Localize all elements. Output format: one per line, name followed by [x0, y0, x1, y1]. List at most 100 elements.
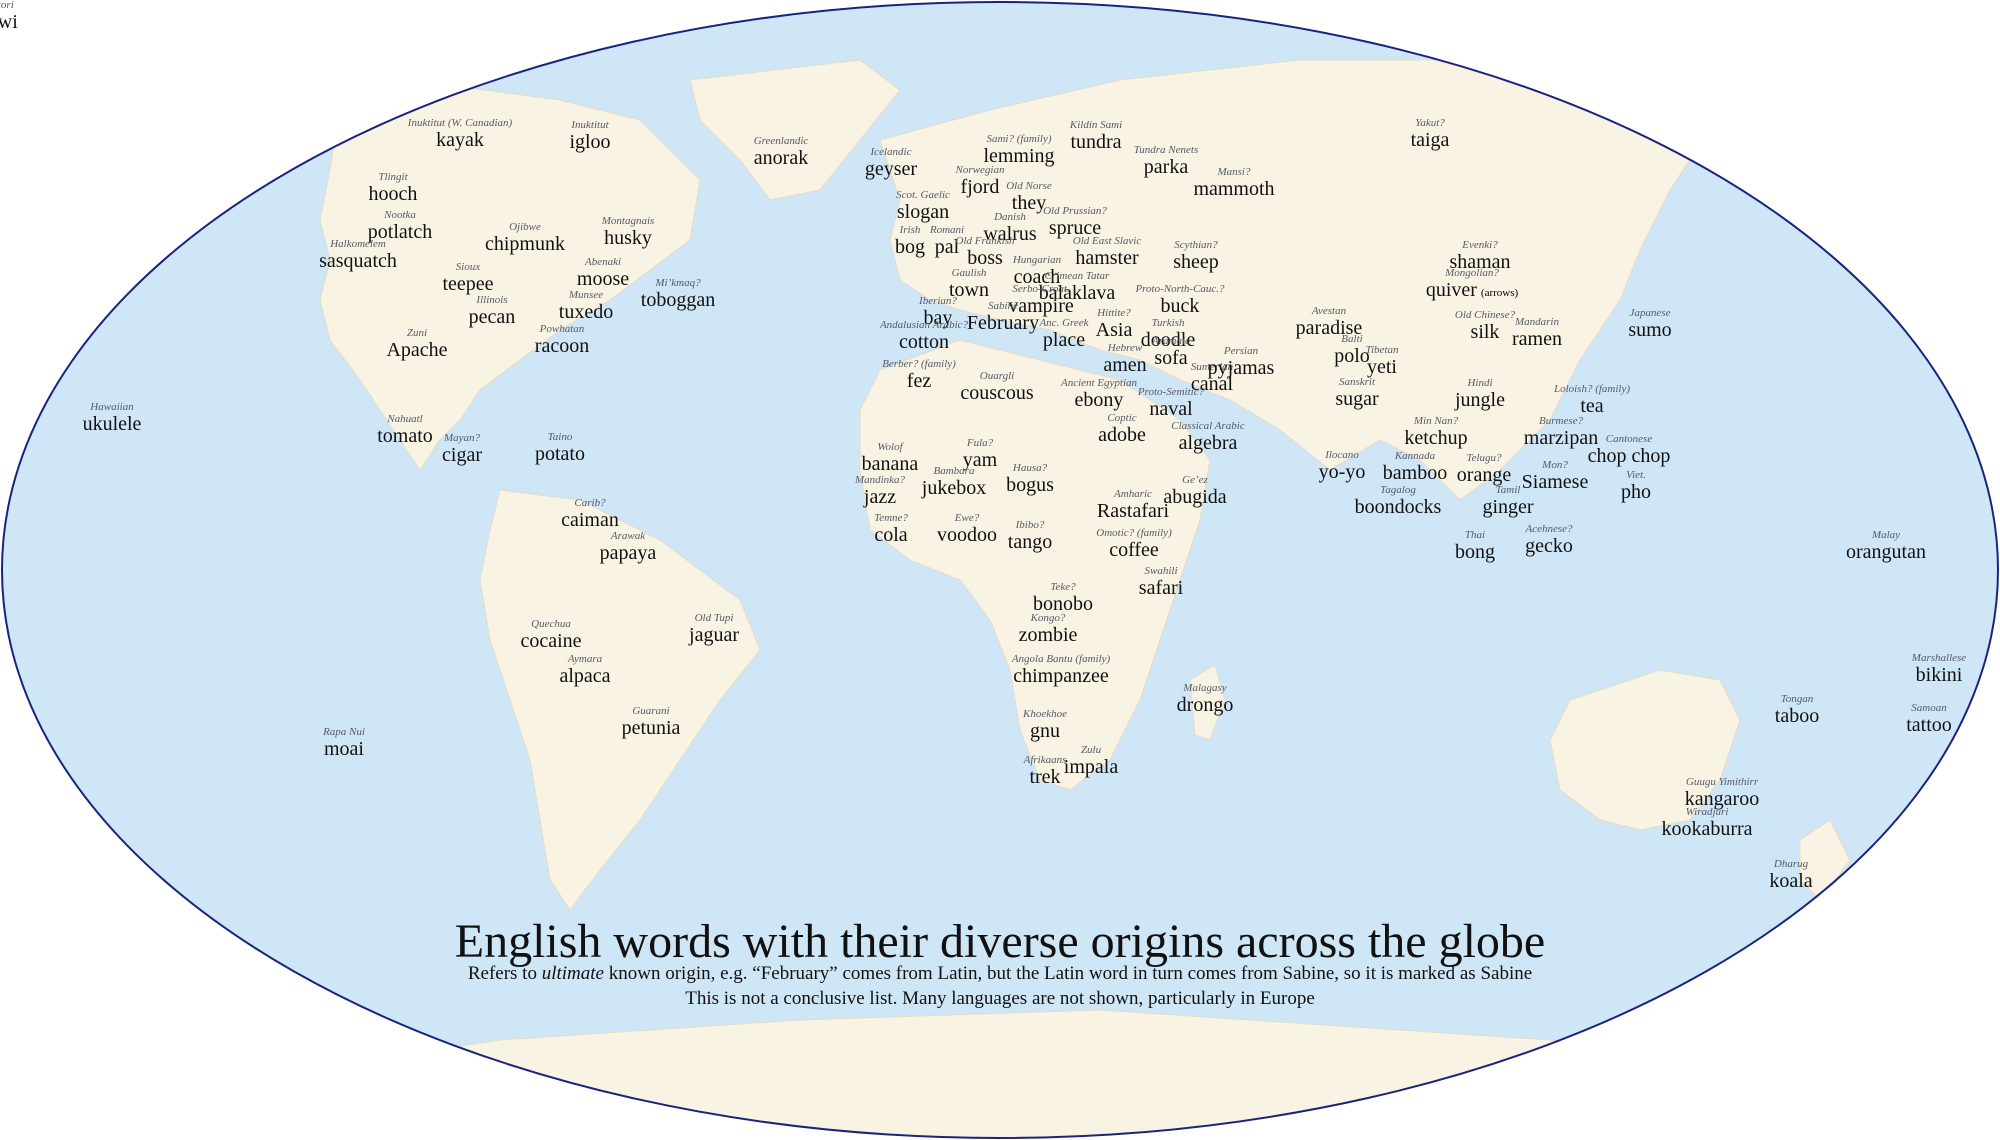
word-label-bonobo: Teke? bonobo: [1033, 582, 1093, 615]
english-word: tea: [1580, 395, 1604, 417]
english-word: alpaca: [559, 665, 611, 687]
origin-language: Abenaki: [584, 256, 622, 268]
word-label-jukebox: Bambara jukebox: [921, 466, 987, 499]
map-note: This is not a conclusive list. Many lang…: [685, 988, 1315, 1009]
word-label-orangutan: Malay orangutan: [1846, 530, 1926, 563]
origin-language: Ibibo?: [1015, 519, 1045, 531]
word-label-bogus: Hausa? bogus: [1006, 463, 1054, 496]
word-label-kookaburra: Wiradjuri kookaburra: [1661, 806, 1753, 840]
english-word: jaguar: [689, 624, 739, 646]
word-label-teepee: Sioux teepee: [442, 262, 493, 295]
origin-language: Temne?: [874, 512, 908, 524]
origin-language: Ewe?: [954, 512, 980, 524]
english-word: orangutan: [1846, 541, 1926, 563]
word-label-abugida: Ge’ez abugida: [1163, 475, 1227, 508]
english-word: sumo: [1628, 319, 1672, 341]
word-label-sasquatch: Halkomelem sasquatch: [319, 239, 397, 272]
origin-language: Nahuatl: [387, 413, 423, 425]
word-label-ebony: Ancient Egyptian ebony: [1060, 377, 1138, 411]
word-label-parka: Tundra Nenets parka: [1133, 144, 1199, 178]
word-label-sugar: Sanskrit sugar: [1335, 377, 1378, 410]
english-word: jungle: [1455, 389, 1505, 411]
english-word: sasquatch: [319, 250, 397, 272]
word-label-trek: Afrikaans trek: [1024, 755, 1067, 788]
origin-language: Tundra Nenets: [1133, 144, 1199, 156]
english-word: impala: [1063, 756, 1119, 778]
word-label-adobe: Coptic adobe: [1098, 413, 1146, 446]
origin-language: Montagnais: [601, 215, 655, 227]
origin-language: Persian: [1223, 345, 1259, 357]
word-label-place: Anc. Greek place: [1039, 318, 1088, 351]
word-label-spruce: Old Prussian? spruce: [1043, 206, 1107, 239]
origin-language: Thai: [1464, 529, 1486, 541]
origin-language: Yakut?: [1415, 117, 1445, 129]
origin-language: Ouargli: [979, 370, 1015, 382]
origin-language: Khoekhoe: [1023, 708, 1067, 720]
origin-language: Taino: [547, 431, 573, 443]
word-label-ukulele: Hawaiian ukulele: [83, 402, 142, 435]
english-word: igloo: [569, 131, 611, 153]
origin-language: Min Nan?: [1413, 415, 1459, 427]
origin-language: Acehnese?: [1525, 523, 1573, 535]
origin-language: Mayan?: [443, 432, 481, 444]
origin-language: Classical Arabic: [1171, 420, 1245, 432]
english-word: yeti: [1366, 356, 1397, 378]
word-label-tomato: Nahuatl tomato: [377, 413, 433, 447]
word-label-tea: Loloish? (family) tea: [1554, 384, 1630, 417]
english-word: tattoo: [1906, 714, 1952, 736]
english-word: slogan: [896, 201, 950, 223]
english-word: boss: [967, 247, 1003, 269]
english-word: naval: [1149, 398, 1193, 420]
word-label-cocaine: Quechua cocaine: [520, 619, 582, 652]
origin-language: Ancient Egyptian: [1060, 377, 1138, 389]
english-word: safari: [1138, 577, 1184, 599]
word-label-fjord: Norwegian fjord: [956, 165, 1005, 198]
origin-language: Berber? (family): [882, 358, 956, 370]
english-word: sheep: [1173, 251, 1219, 273]
english-word: buck: [1160, 295, 1200, 317]
english-word: hooch: [368, 183, 418, 205]
english-word: jukebox: [921, 477, 987, 499]
word-label-moose: Abenaki moose: [576, 256, 630, 290]
origin-language: Tibetan: [1365, 344, 1399, 356]
word-label-cotton: Andalusian Arabic? cotton: [879, 319, 969, 353]
origin-language: Wiradjuri: [1685, 806, 1729, 818]
origin-language: Telugu?: [1466, 452, 1502, 464]
english-word: pyjamas: [1207, 357, 1275, 379]
origin-language: Irish: [899, 224, 921, 236]
word-label-hooch: Tlingit hooch: [368, 172, 418, 205]
origin-language: Andalusian Arabic?: [879, 319, 969, 331]
english-word: Apache: [386, 339, 448, 361]
origin-language: Angola Bantu (family): [1011, 653, 1111, 665]
english-word: cocaine: [520, 630, 582, 652]
english-word: chop chop: [1587, 445, 1671, 467]
word-label-jazz: Mandinka? jazz: [855, 475, 905, 508]
english-word: moose: [576, 268, 630, 290]
origin-language: Aramaic: [1152, 335, 1190, 347]
word-label-taboo: Tongan taboo: [1775, 694, 1819, 727]
origin-language: Kannada: [1394, 450, 1436, 462]
english-word: bamboo: [1382, 462, 1448, 484]
english-word: racoon: [534, 335, 590, 357]
word-label-ketchup: Min Nan? ketchup: [1404, 415, 1467, 449]
origin-language: Wolof: [877, 441, 903, 453]
word-label-chimpanzee: Angola Bantu (family) chimpanzee: [1011, 653, 1111, 687]
word-label-apache: Zuni Apache: [386, 328, 448, 361]
english-word: abugida: [1163, 486, 1227, 508]
english-word: anorak: [753, 147, 809, 169]
origin-language: Kildin Sami: [1069, 119, 1123, 131]
word-label-slogan: Scot. Gaelic slogan: [896, 190, 950, 223]
map-title: English words with their diverse origins…: [454, 915, 1546, 968]
word-note: (arrows): [1480, 287, 1519, 299]
origin-language: Aymara: [567, 653, 603, 665]
english-word: chipmunk: [485, 233, 565, 255]
english-word: kookaburra: [1661, 818, 1753, 840]
english-word: pecan: [468, 306, 516, 328]
english-word: place: [1042, 329, 1086, 351]
origin-language: Amharic: [1114, 488, 1152, 500]
origin-language: Nootka: [384, 209, 416, 221]
english-word: kayak: [436, 129, 484, 151]
word-label-impala: Zulu impala: [1063, 745, 1119, 778]
word-label-silk: Old Chinese? silk: [1455, 310, 1515, 343]
origin-language: Mongolian?: [1445, 267, 1499, 279]
